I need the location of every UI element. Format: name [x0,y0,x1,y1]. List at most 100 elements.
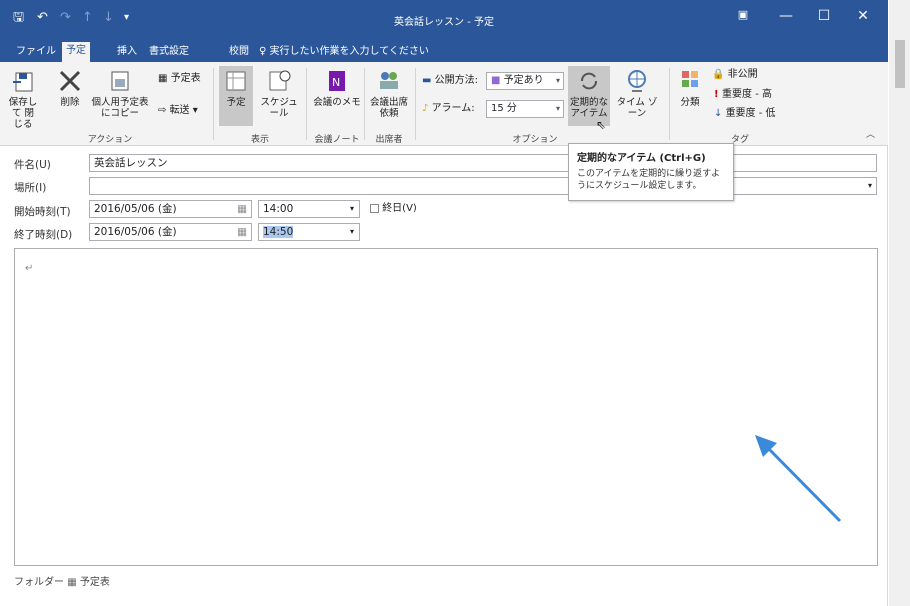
globe-icon [628,70,646,92]
tooltip-title: 定期的なアイテム (Ctrl+G) [577,153,706,164]
onenote-icon: N [329,71,345,91]
invite-attendees-button[interactable]: 会議出席 依頼 [367,68,411,119]
private-label: 非公開 [727,69,758,80]
group-options-label: オプション [512,135,558,145]
appointment-label: 予定 [226,97,246,108]
location-label: 場所(I) [14,182,47,194]
notes-body[interactable]: ↵ [14,248,878,566]
recurrence-button[interactable]: 定期的な アイテム [568,66,610,126]
start-date-value: 2016/05/06 (金) [94,203,177,215]
calendar-icon: ▦ [158,73,171,84]
close-button[interactable]: ✕ [848,8,878,24]
allday-label: 終日(V) [382,203,417,214]
high-importance-button[interactable]: ! 重要度 - 高 [714,88,772,102]
tab-appointment[interactable]: 予定 [62,42,90,62]
allday-checkbox[interactable]: 終日(V) [370,202,417,216]
show-appointment-button[interactable]: 予定 [219,66,253,126]
attendees-icon [380,72,398,89]
annotation-arrow-icon [755,435,842,523]
save-close-button[interactable]: 保存して 閉じる [8,68,38,130]
group-actions-label: アクション [87,135,133,145]
chevron-down-icon: ▾ [555,104,560,113]
minimize-button[interactable]: — [771,8,801,24]
copy-to-calendar-button[interactable]: 個人用予定表 にコピー [90,68,150,119]
start-time-dropdown[interactable]: 14:00 ▾ [258,200,360,218]
private-button[interactable]: 🔒 非公開 [712,68,758,82]
save-close-icon [13,72,33,92]
end-label: 終了時刻(D) [14,229,73,241]
copy-calendar-icon [111,71,129,91]
calendar-button[interactable]: ▦ 予定表 [158,72,201,86]
ribbon: 保存して 閉じる 削除 個人用予定表 にコピー ▦ 予定表 ⇨ 転送 ▾ アクシ… [0,62,888,146]
forward-icon: ⇨ [158,105,170,116]
scrollbar-thumb[interactable] [895,40,905,88]
start-label: 開始時刻(T) [14,206,71,218]
bell-icon: ♪ [422,103,432,114]
date-picker-icon[interactable]: ▦ [237,201,247,217]
folder-value: 予定表 [79,577,110,588]
appointment-view-icon [226,71,246,91]
tab-file[interactable]: ファイル [12,43,60,62]
title-bar: 🖫 ↶ ↷ ↑ ↓ ▾ 英会話レッスン - 予定 ▣ — ☐ ✕ [0,0,888,40]
ribbon-display-icon[interactable]: ▣ [728,8,758,21]
show-as-label: ▬ 公開方法: [422,74,478,88]
show-as-dropdown[interactable]: ■ 予定あり ▾ [486,72,564,90]
categorize-button[interactable]: 分類 [675,68,705,108]
lock-icon: 🔒 [712,69,728,80]
tooltip-body: このアイテムを定期的に繰り返すようにスケジュール設定します。 [577,169,721,191]
chevron-down-icon: ▾ [349,204,354,213]
divider [364,68,365,140]
low-importance-icon: ↓ [714,108,726,119]
scrollbar[interactable] [889,0,910,606]
recurrence-label: 定期的な アイテム [569,97,608,119]
low-importance-label: 重要度 - 低 [725,108,776,119]
mouse-cursor-icon: ⇖ [596,118,607,132]
collapse-ribbon-icon[interactable]: ︿ [866,128,875,142]
start-time-value: 14:00 [263,203,294,215]
low-importance-button[interactable]: ↓ 重要度 - 低 [714,107,776,121]
delete-label: 削除 [60,97,80,108]
group-attendees-label: 出席者 [375,135,403,145]
delete-icon [59,70,81,92]
busy-color-icon: ■ [491,75,504,86]
start-date-input[interactable]: 2016/05/06 (金) ▦ [89,200,252,218]
recurrence-tooltip: 定期的なアイテム (Ctrl+G) このアイテムを定期的に繰り返すようにスケジュ… [568,143,734,201]
meeting-notes-button[interactable]: N 会議のメモ [312,68,362,108]
calendar-icon: ▦ [67,577,77,588]
date-picker-icon[interactable]: ▦ [237,224,247,240]
location-input[interactable]: ▾ [89,177,877,195]
high-importance-label: 重要度 - 高 [722,89,773,100]
meeting-notes-label: 会議のメモ [313,97,361,108]
appointment-window: 🖫 ↶ ↷ ↑ ↓ ▾ 英会話レッスン - 予定 ▣ — ☐ ✕ ファイル 予定… [0,0,888,606]
end-date-value: 2016/05/06 (金) [94,226,177,238]
forward-label: 転送 [169,105,190,116]
tell-me-search[interactable]: ♀ 実行したい作業を入力してください [255,43,433,62]
alarm-value: 15 分 [491,103,517,114]
schedule-button[interactable]: スケジュール [256,68,302,119]
folder-label: フォルダー [14,577,64,588]
alarm-dropdown[interactable]: 15 分 ▾ [486,100,564,118]
timezone-label: タイム ゾーン [616,97,658,119]
forward-button[interactable]: ⇨ 転送 ▾ [158,104,198,118]
alarm-label: ♪ アラーム: [422,102,475,116]
chevron-down-icon: ▾ [555,76,560,85]
end-date-input[interactable]: 2016/05/06 (金) ▦ [89,223,252,241]
tab-review[interactable]: 校閲 [225,43,253,62]
ribbon-tabs: ファイル 予定 挿入 書式設定 校閲 ♀ 実行したい作業を入力してください [0,40,888,62]
subject-label: 件名(U) [14,159,51,171]
categorize-label: 分類 [680,97,700,108]
tab-format[interactable]: 書式設定 [145,43,193,62]
tab-insert[interactable]: 挿入 [113,43,141,62]
maximize-button[interactable]: ☐ [809,8,839,24]
divider [669,68,670,140]
svg-text:N: N [332,76,340,89]
chevron-down-icon: ▾ [867,181,872,190]
end-time-dropdown[interactable]: 14:50 ▾ [258,223,360,241]
divider [415,68,416,140]
timezone-button[interactable]: タイム ゾーン [612,68,662,119]
subject-input[interactable]: 英会話レッスン [89,154,877,172]
delete-button[interactable]: 削除 [56,68,84,108]
copy-to-label: 個人用予定表 にコピー [91,97,149,119]
recurrence-icon [581,72,597,90]
high-importance-icon: ! [714,89,723,100]
